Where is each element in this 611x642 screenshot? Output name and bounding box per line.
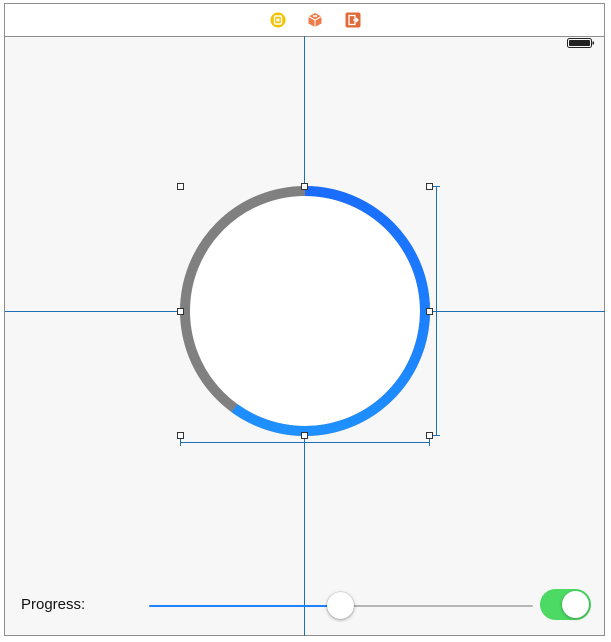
resize-handle-top[interactable] xyxy=(301,183,308,190)
resize-handle-right[interactable] xyxy=(426,308,433,315)
resize-handle-top-right[interactable] xyxy=(426,183,433,190)
toggle-switch[interactable] xyxy=(540,589,591,620)
resize-handle-bottom[interactable] xyxy=(301,432,308,439)
resize-handle-left[interactable] xyxy=(177,308,184,315)
resize-handle-bottom-left[interactable] xyxy=(177,432,184,439)
slider-minimum-track xyxy=(149,605,340,607)
progress-slider[interactable] xyxy=(149,590,533,622)
switch-knob[interactable] xyxy=(562,591,589,618)
progress-label: Progress: xyxy=(21,596,86,613)
height-dimension-guide xyxy=(432,186,440,436)
progress-ring[interactable] xyxy=(180,186,430,436)
resize-handle-bottom-right[interactable] xyxy=(426,432,433,439)
slider-thumb[interactable] xyxy=(327,592,354,619)
slider-maximum-track xyxy=(340,605,533,607)
resize-handle-top-left[interactable] xyxy=(177,183,184,190)
canvas-overlay xyxy=(5,36,605,636)
